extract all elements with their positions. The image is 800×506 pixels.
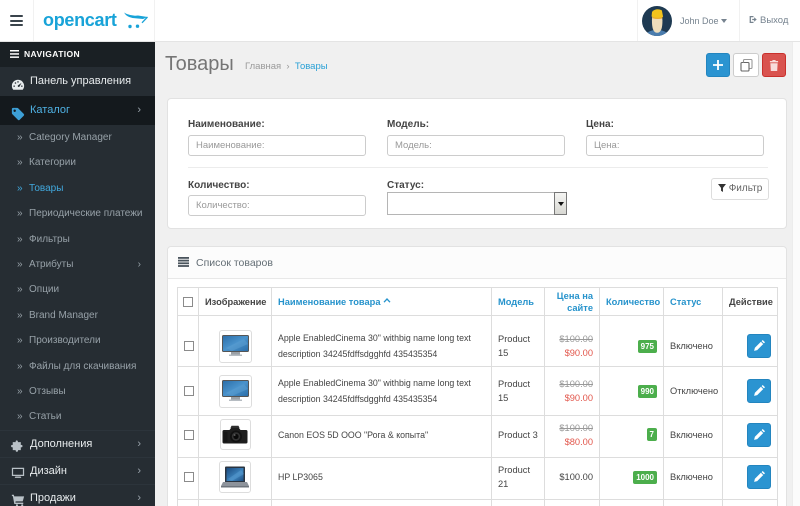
- svg-text:opencart: opencart: [43, 10, 117, 30]
